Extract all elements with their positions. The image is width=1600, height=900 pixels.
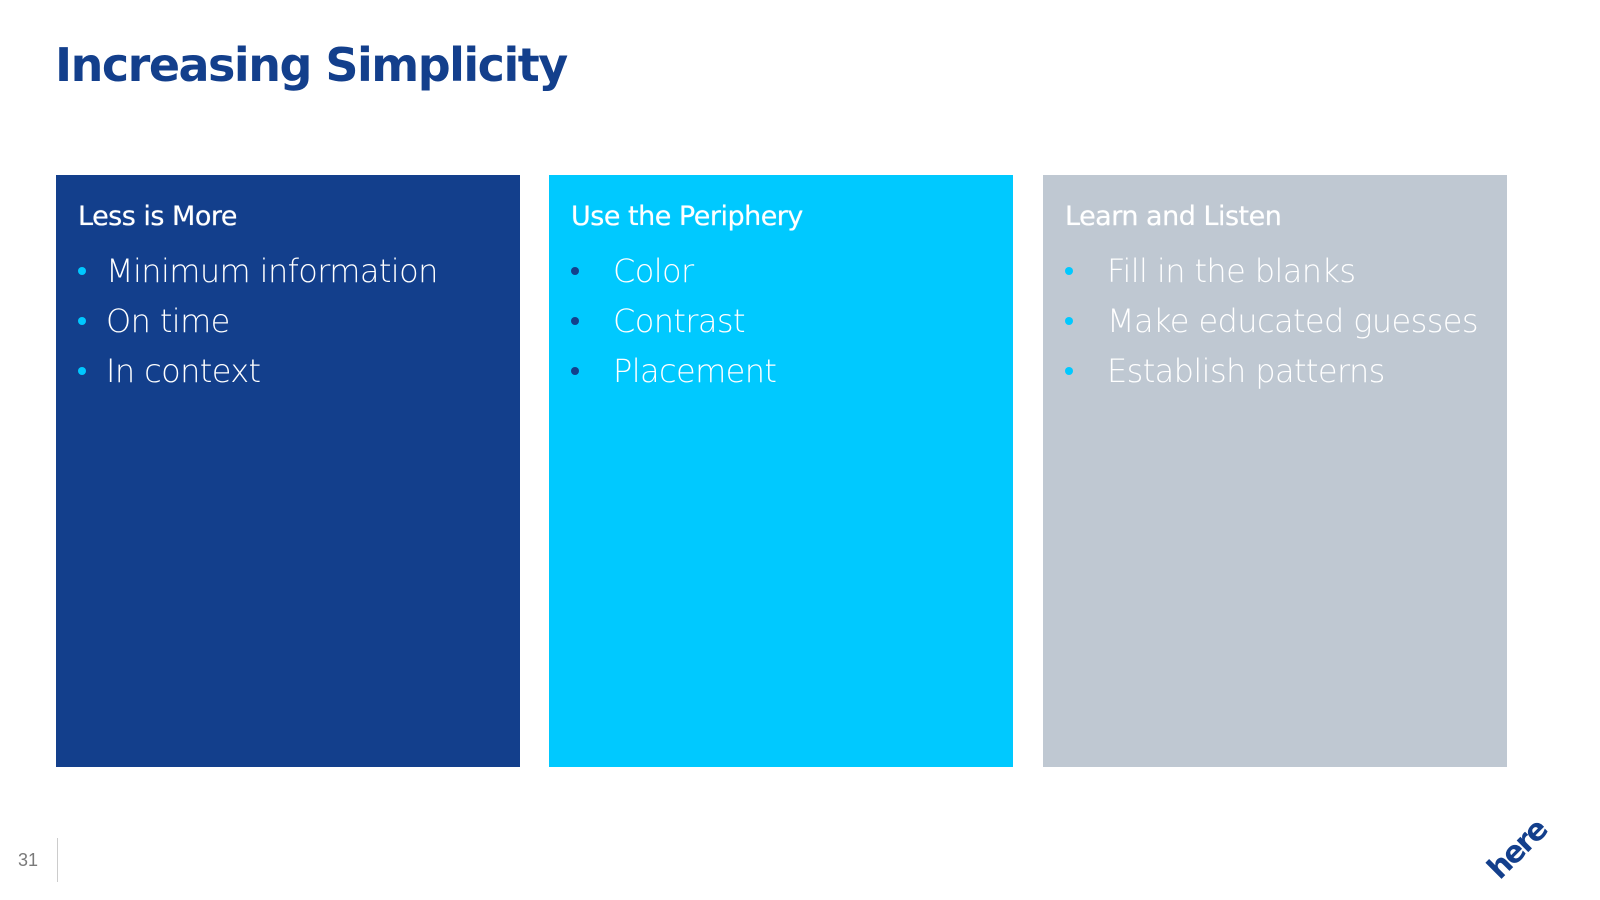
here-logo: here (1480, 812, 1555, 887)
page-number: 31 (18, 850, 39, 870)
bullet-icon (78, 267, 86, 275)
list-item: Minimum information (78, 246, 498, 296)
bullet-list: Fill in the blanks Make educated guesses… (1065, 246, 1485, 396)
bullet-icon (78, 317, 86, 325)
bullet-icon (78, 367, 86, 375)
card-less-is-more: Less is More Minimum information On time… (56, 175, 520, 767)
bullet-icon (571, 267, 579, 275)
bullet-list: Minimum information On time In context (78, 246, 498, 396)
list-item-text: Placement (613, 352, 777, 390)
list-item-text: Fill in the blanks (1107, 252, 1356, 290)
list-item: Placement (571, 346, 991, 396)
list-item-text: In context (106, 352, 261, 390)
card-heading: Less is More (78, 201, 237, 232)
list-item-text: Establish patterns (1107, 352, 1385, 390)
list-item-text: Minimum information (106, 252, 438, 290)
bullet-icon (571, 367, 579, 375)
bullet-icon (571, 317, 579, 325)
bullet-icon (1065, 317, 1073, 325)
bullet-list: Color Contrast Placement (571, 246, 991, 396)
list-item: On time (78, 296, 498, 346)
bullet-icon (1065, 367, 1073, 375)
list-item: Make educated guesses (1065, 296, 1485, 346)
list-item-text: Make educated guesses (1107, 302, 1479, 340)
card-heading: Learn and Listen (1065, 201, 1282, 232)
list-item: Establish patterns (1065, 346, 1485, 396)
list-item: In context (78, 346, 498, 396)
slide-title: Increasing Simplicity (55, 38, 568, 92)
bullet-icon (1065, 267, 1073, 275)
list-item: Fill in the blanks (1065, 246, 1485, 296)
footer-divider (57, 838, 58, 882)
list-item: Contrast (571, 296, 991, 346)
list-item: Color (571, 246, 991, 296)
card-heading: Use the Periphery (571, 201, 803, 232)
card-use-the-periphery: Use the Periphery Color Contrast Placeme… (549, 175, 1013, 767)
list-item-text: On time (106, 302, 230, 340)
list-item-text: Color (613, 252, 694, 290)
list-item-text: Contrast (613, 302, 746, 340)
card-learn-and-listen: Learn and Listen Fill in the blanks Make… (1043, 175, 1507, 767)
